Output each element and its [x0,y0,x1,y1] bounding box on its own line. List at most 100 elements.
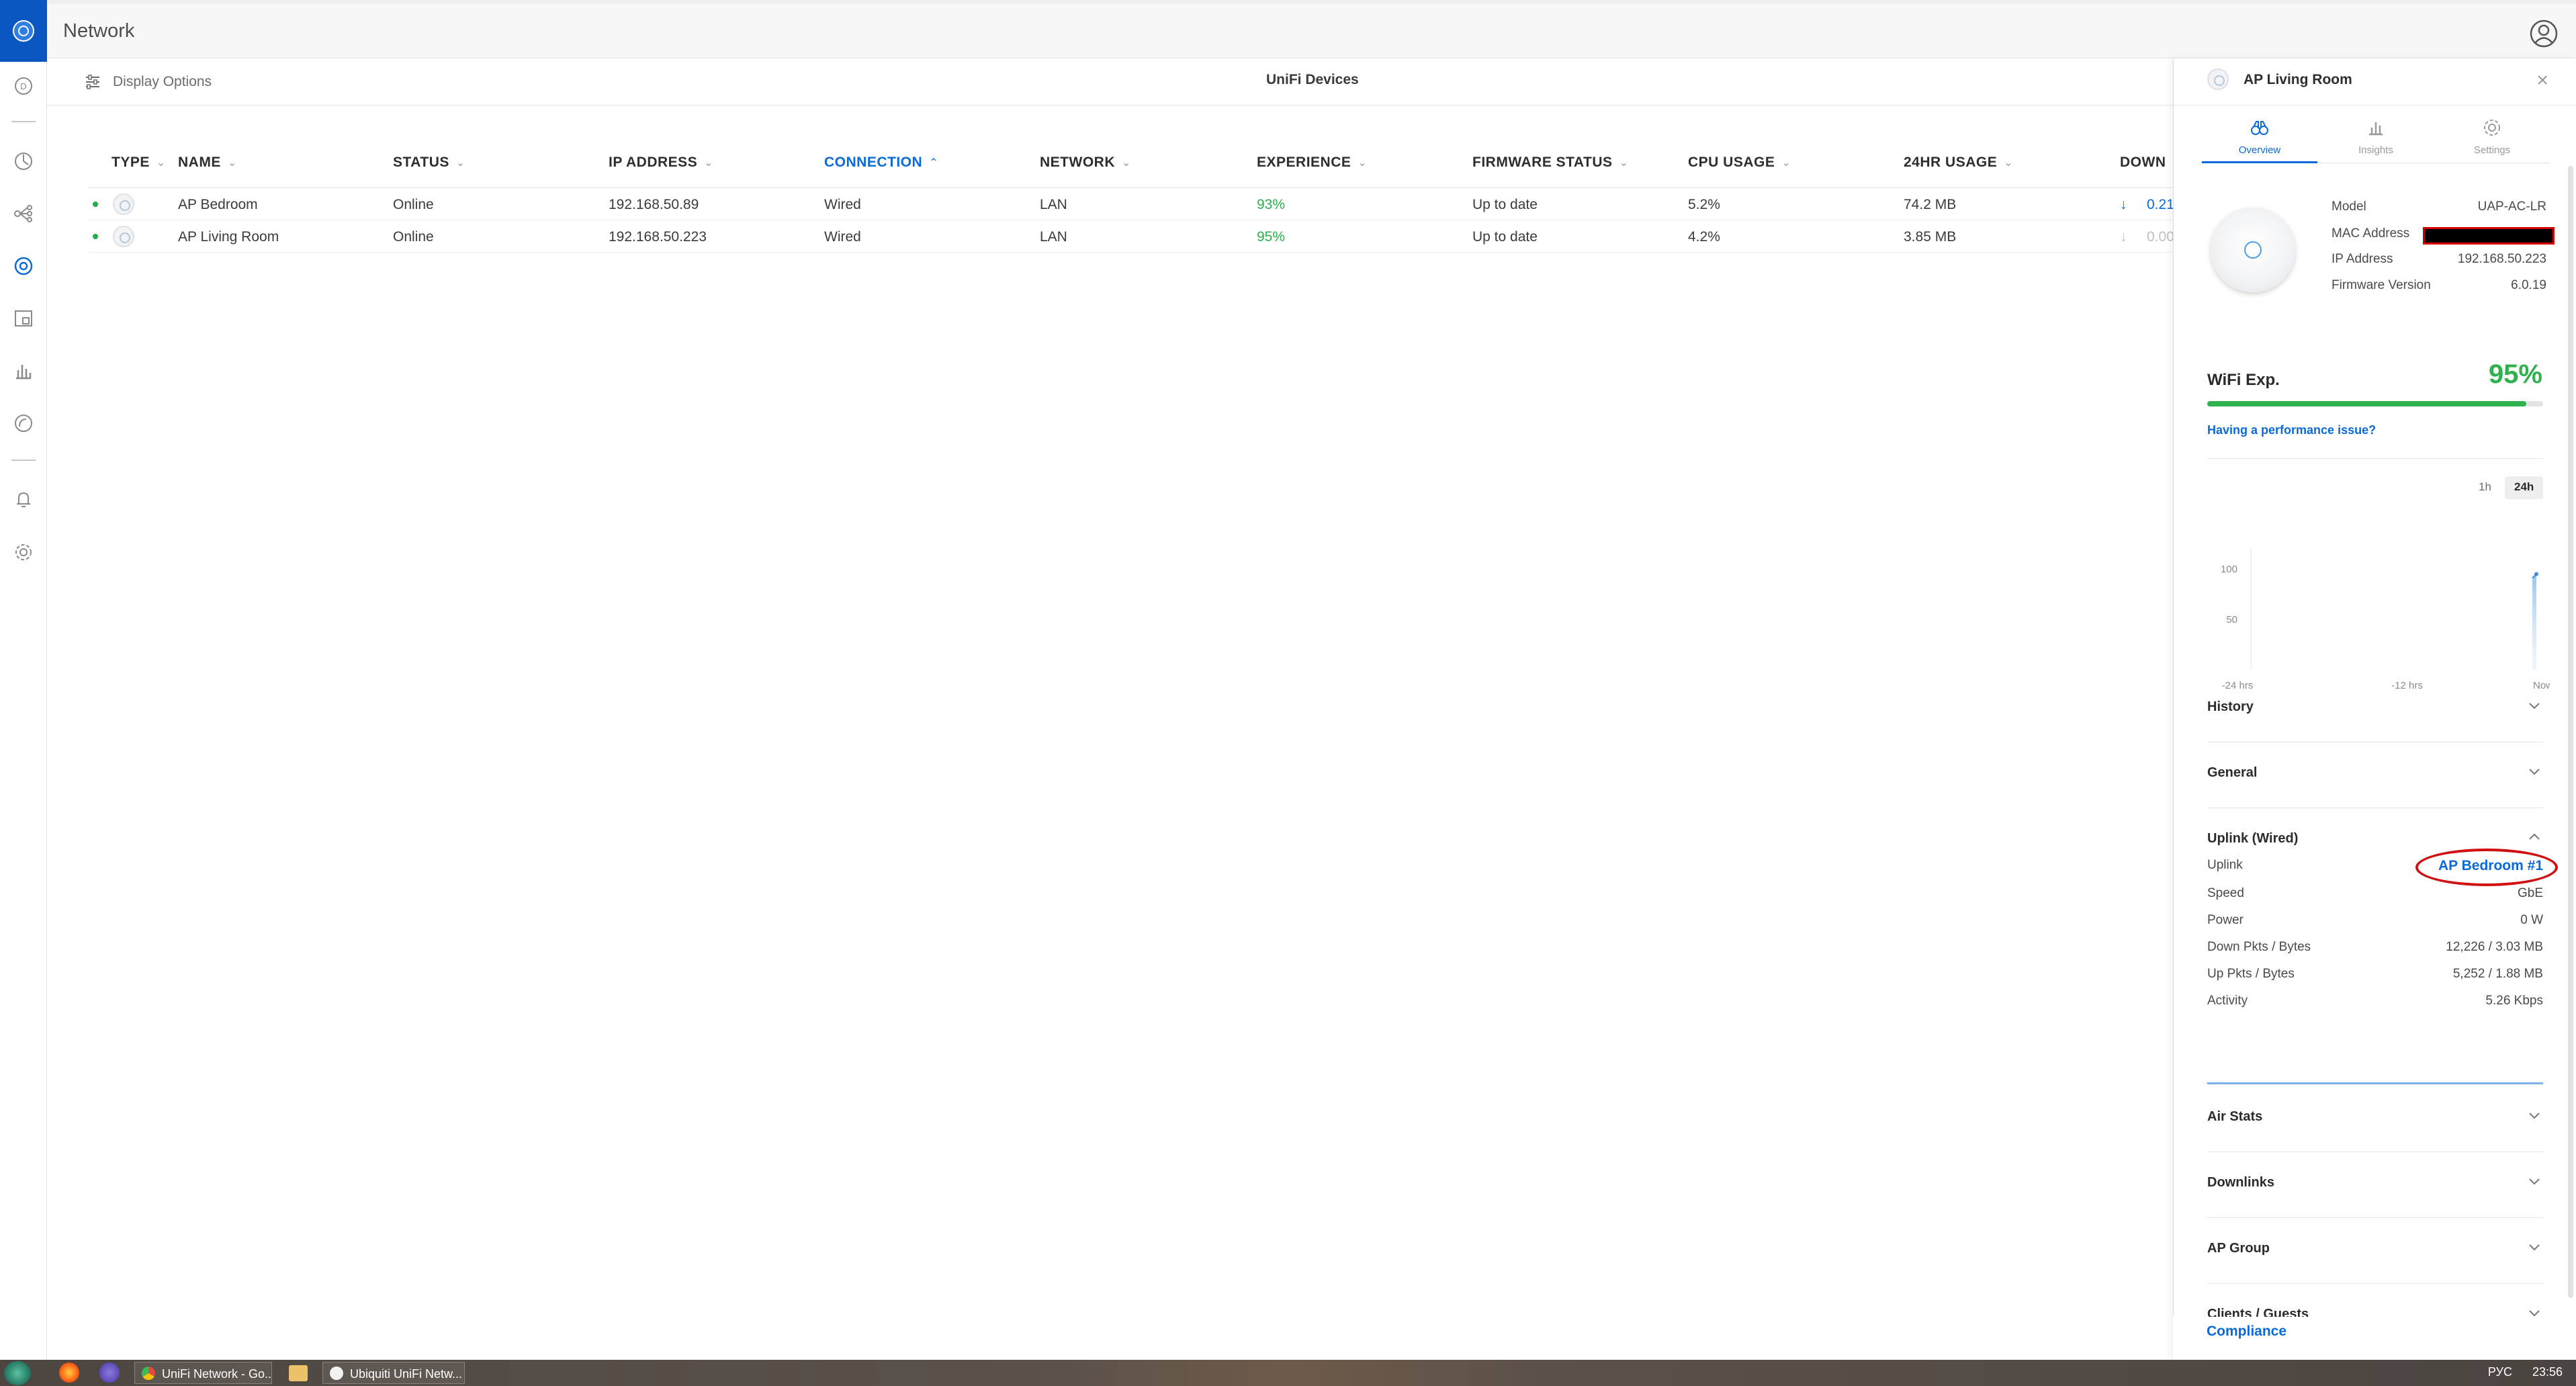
series-point [2534,572,2538,576]
events-icon[interactable] [10,410,37,437]
account-icon[interactable] [2529,19,2559,48]
column-status[interactable]: STATUS ⌄ [393,155,465,171]
alerts-icon[interactable] [10,486,37,513]
speed-label: Speed [2207,886,2244,900]
chevron-down-icon: ⌄ [1781,157,1791,169]
device-status: Online [393,197,434,212]
column-connection[interactable]: CONNECTION ⌃ [824,155,938,171]
device-network: LAN [1040,197,1067,212]
app-title: Network [63,20,135,42]
tab-insights[interactable]: Insights [2318,112,2434,163]
column-label: IP ADDRESS [609,155,698,170]
start-button[interactable] [4,1361,31,1385]
performance-issue-link[interactable]: Having a performance issue? [2207,423,2376,437]
tab-label: Insights [2358,144,2393,156]
activity-label: Activity [2207,994,2248,1008]
column-24hr-usage[interactable]: 24HR USAGE ⌄ [1904,155,2013,171]
column-firmware-status[interactable]: FIRMWARE STATUS ⌄ [1472,155,1628,171]
down-pkts-value: 12,226 / 3.03 MB [2446,940,2543,954]
speed-value: GbE [2517,886,2543,900]
language-indicator[interactable]: РУС [2488,1365,2512,1379]
toolbar: Display Options UniFi Devices [47,58,2173,105]
panel-scrollbar[interactable] [2568,166,2573,1298]
panel-tabs: Overview Insights Settings [2202,112,2550,163]
range-24h-button[interactable]: 24h [2505,476,2544,499]
settings-icon[interactable] [10,539,37,566]
column-experience[interactable]: EXPERIENCE ⌄ [1257,155,1367,171]
divider [2207,458,2543,459]
unifi-logo[interactable] [0,0,47,62]
chevron-down-icon [2529,1244,2540,1251]
device-ip: 192.168.50.223 [609,229,707,245]
activity-value: 5.26 Kbps [2485,994,2543,1008]
column-ip-address[interactable]: IP ADDRESS ⌄ [609,155,713,171]
dashboard-icon[interactable]: D [10,73,37,99]
panel-header: AP Living Room × [2174,58,2576,105]
access-point-icon [2207,69,2229,90]
power-row: Power 0 W [2207,913,2543,933]
power-value: 0 W [2520,913,2543,927]
device-experience: 95% [1257,229,1286,245]
info-value: UAP-AC-LR [2477,200,2546,214]
tab-overview[interactable]: Overview [2202,112,2317,163]
device-cpu: 5.2% [1688,197,1720,212]
down-arrow-icon: ↓ [2120,197,2127,212]
device-led-ring [2244,241,2262,259]
devices-icon[interactable] [10,253,37,279]
power-label: Power [2207,913,2244,927]
statistics-icon[interactable] [10,148,37,175]
panel-title: AP Living Room [2244,72,2352,87]
section-ap-group[interactable]: AP Group [2207,1218,2543,1284]
chevron-down-icon: ⌄ [1358,157,1368,169]
column-type[interactable]: TYPE ⌄ [112,155,166,171]
clock[interactable]: 23:56 [2532,1365,2563,1379]
compliance-link[interactable]: Compliance [2207,1324,2286,1340]
viber-icon[interactable] [99,1362,120,1383]
series-area [2532,574,2536,670]
down-pkts-label: Down Pkts / Bytes [2207,940,2311,954]
column-name[interactable]: NAME ⌄ [178,155,237,171]
firefox-icon[interactable] [59,1362,79,1383]
table-row[interactable]: AP Living Room Online 192.168.50.223 Wir… [87,220,2174,253]
section-title: Downlinks [2207,1175,2275,1190]
topology-icon[interactable] [10,200,37,227]
device-ip: 192.168.50.89 [609,197,699,212]
column-cpu-usage[interactable]: CPU USAGE ⌄ [1688,155,1791,171]
binoculars-icon [2251,121,2268,135]
section-history[interactable]: History [2207,677,2543,742]
section-air-stats[interactable]: Air Stats [2207,1086,2543,1152]
highlight-annotation [2415,849,2558,886]
folder-icon[interactable] [289,1365,308,1381]
insights-icon[interactable] [10,357,37,384]
wifi-experience-label: WiFi Exp. [2207,371,2280,389]
tab-settings[interactable]: Settings [2434,112,2550,163]
table-row[interactable]: AP Bedroom Online 192.168.50.89 Wired LA… [87,188,2174,220]
gear-icon [2484,120,2500,136]
column-label: FIRMWARE STATUS [1472,155,1613,170]
section-general[interactable]: General [2207,742,2543,808]
column-label: DOWN [2120,155,2166,170]
online-status-dot [93,202,98,207]
device-name: AP Bedroom [178,197,258,212]
column-network[interactable]: NETWORK ⌄ [1040,155,1131,171]
devices-table: TYPE ⌄ NAME ⌄ STATUS ⌄ IP ADDRESS ⌄ CONNECTI… [87,148,2174,253]
section-title: AP Group [2207,1241,2270,1256]
section-downlinks[interactable]: Downlinks [2207,1152,2543,1218]
device-down: 0.21 [2147,197,2174,212]
display-options-button[interactable]: Display Options [85,71,212,93]
table-header: TYPE ⌄ NAME ⌄ STATUS ⌄ IP ADDRESS ⌄ CONNECTI… [87,148,2173,188]
device-connection: Wired [824,197,861,212]
device-connection: Wired [824,229,861,245]
close-icon[interactable]: × [2536,69,2548,92]
taskbar-task-chrome[interactable]: UniFi Network - Go... [134,1362,272,1384]
column-down[interactable]: DOWN [2120,155,2166,171]
chart-svg: 10050-24 hrs-12 hrsNow [2221,549,2550,691]
range-1h-button[interactable]: 1h [2469,476,2501,499]
wifi-experience-chart: 10050-24 hrs-12 hrsNow [2207,502,2550,697]
clients-icon[interactable] [10,305,37,332]
section-title: History [2207,699,2254,714]
taskbar-task-unifi[interactable]: Ubiquiti UniFi Netw... [322,1362,465,1384]
access-point-icon [113,226,134,247]
info-label: Model [2331,200,2366,214]
task-label: UniFi Network - Go... [162,1367,272,1381]
